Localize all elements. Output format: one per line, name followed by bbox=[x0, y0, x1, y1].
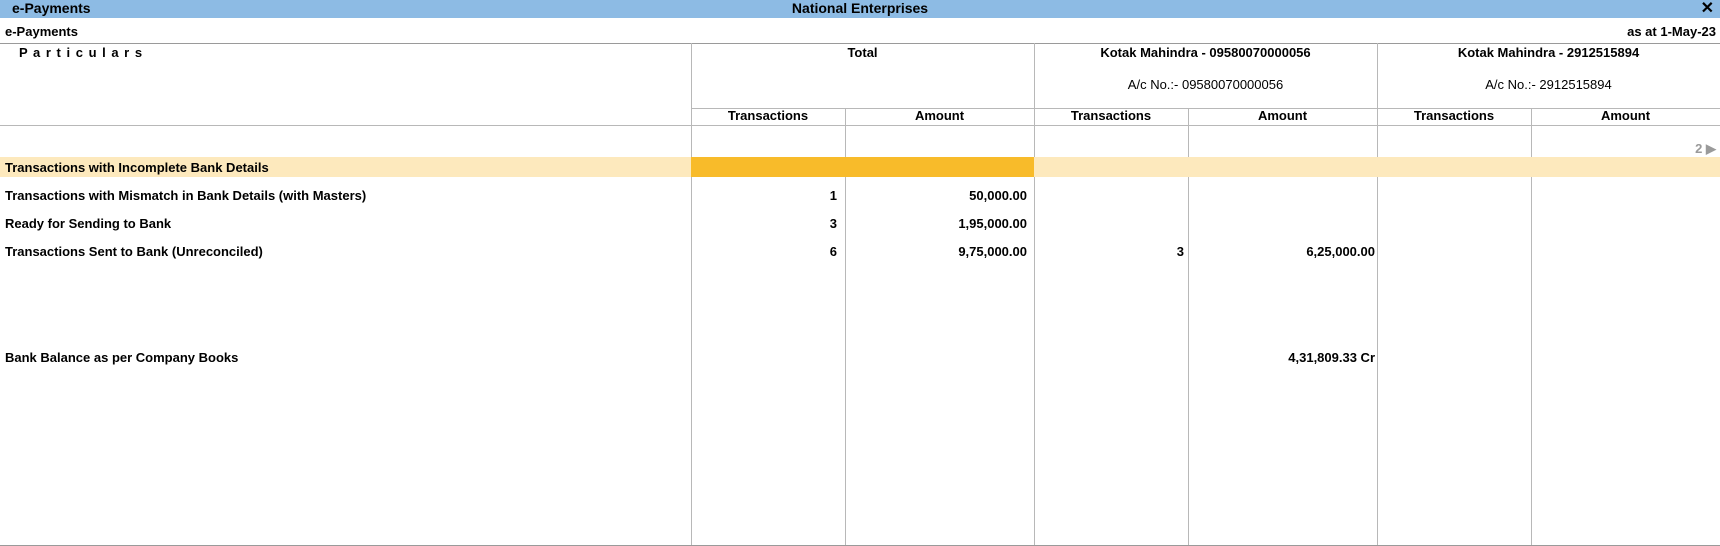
next-page-indicator[interactable]: 2 ▶ bbox=[1695, 141, 1716, 157]
total-amount-value: 9,75,000.00 bbox=[958, 244, 1027, 259]
header-top-rule bbox=[0, 43, 1720, 44]
total-amount-header: Amount bbox=[914, 108, 965, 123]
report-name: e-Payments bbox=[5, 24, 78, 39]
row-label: Transactions Sent to Bank (Unreconciled) bbox=[5, 244, 263, 259]
bank1-amount-header: Amount bbox=[1257, 108, 1308, 123]
company-name: National Enterprises bbox=[791, 0, 929, 16]
table-row[interactable]: Transactions with Incomplete Bank Detail… bbox=[0, 157, 1720, 177]
particulars-header: P a r t i c u l a r s bbox=[19, 45, 144, 60]
row-label: Transactions with Mismatch in Bank Detai… bbox=[5, 188, 367, 203]
row-label: Transactions with Incomplete Bank Detail… bbox=[5, 160, 269, 175]
total-transactions-value: 3 bbox=[829, 216, 837, 231]
total-amount-value: 50,000.00 bbox=[969, 188, 1027, 203]
header-bottom-rule bbox=[0, 125, 1720, 126]
total-column-title: Total bbox=[847, 45, 878, 60]
bank2-transactions-header: Transactions bbox=[1413, 108, 1495, 123]
bank1-balance-value: 4,31,809.33 Cr bbox=[1288, 350, 1375, 365]
bank1-amount-value: 6,25,000.00 bbox=[1306, 244, 1375, 259]
table-row[interactable]: Transactions Sent to Bank (Unreconciled)… bbox=[0, 241, 1720, 261]
bank2-account-number: A/c No.:- 2912515894 bbox=[1485, 77, 1612, 92]
bank-balance-label: Bank Balance as per Company Books bbox=[5, 350, 239, 365]
total-transactions-value: 1 bbox=[829, 188, 837, 203]
app-title: e-Payments bbox=[12, 0, 91, 16]
bank1-column-title[interactable]: Kotak Mahindra - 09580070000056 bbox=[1034, 45, 1377, 60]
bank2-column-title[interactable]: Kotak Mahindra - 2912515894 bbox=[1377, 45, 1720, 60]
total-transactions-value: 6 bbox=[829, 244, 837, 259]
close-icon[interactable]: ✕ bbox=[1701, 0, 1714, 17]
bank1-transactions-header: Transactions bbox=[1070, 108, 1152, 123]
bank1-transactions-value: 3 bbox=[1176, 244, 1184, 259]
as-at-date[interactable]: as at 1-May-23 bbox=[1627, 22, 1716, 42]
table-row[interactable]: Transactions with Mismatch in Bank Detai… bbox=[0, 185, 1720, 205]
bank1-account-number: A/c No.:- 09580070000056 bbox=[1127, 77, 1284, 92]
bank-balance-row[interactable]: Bank Balance as per Company Books 4,31,8… bbox=[0, 347, 1720, 367]
title-bar: e-Payments National Enterprises ✕ bbox=[0, 0, 1720, 18]
report-header: e-Payments as at 1-May-23 bbox=[0, 22, 1720, 42]
total-amount-value: 1,95,000.00 bbox=[958, 216, 1027, 231]
row-label: Ready for Sending to Bank bbox=[5, 216, 172, 231]
total-transactions-header: Transactions bbox=[727, 108, 809, 123]
selected-cell bbox=[691, 157, 1034, 177]
bank2-amount-header: Amount bbox=[1600, 108, 1651, 123]
table-row[interactable]: Ready for Sending to Bank 3 1,95,000.00 bbox=[0, 213, 1720, 233]
